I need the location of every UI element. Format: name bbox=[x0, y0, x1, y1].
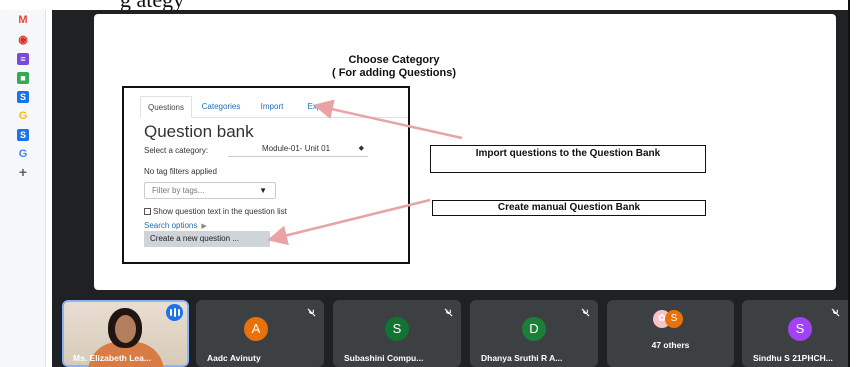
mic-off-icon bbox=[307, 308, 316, 317]
avatar: S bbox=[385, 317, 409, 341]
participant-name: Sindhu S 21PHCH... bbox=[753, 353, 833, 363]
participant-tile[interactable]: D Dhanya Sruthi R A... bbox=[470, 300, 598, 367]
gmail-icon[interactable]: M bbox=[17, 14, 29, 26]
show-question-text-label: Show question text in the question list bbox=[153, 207, 287, 216]
page-border-rule bbox=[848, 0, 850, 367]
s-app-icon-2[interactable]: S bbox=[17, 129, 29, 141]
others-avatar: S bbox=[665, 310, 683, 328]
meet-icon[interactable]: ■ bbox=[17, 72, 29, 84]
tag-filter-input[interactable]: Filter by tags... ▼ bbox=[144, 182, 276, 199]
s-app-icon[interactable]: S bbox=[17, 91, 29, 103]
google-icon-2[interactable]: G bbox=[17, 148, 29, 160]
google-icon[interactable]: G bbox=[17, 110, 29, 122]
chevron-down-icon: ▼ bbox=[259, 186, 267, 195]
tab-categories[interactable]: Categories bbox=[194, 96, 248, 118]
others-tile[interactable]: ✿ S 47 others bbox=[607, 300, 734, 367]
participant-name: Subashini Compu... bbox=[344, 353, 424, 363]
avatar: S bbox=[788, 317, 812, 341]
list-app-icon[interactable]: ≡ bbox=[17, 53, 29, 65]
category-select[interactable]: Module-01- Unit 01 ◆ bbox=[228, 141, 368, 157]
search-options-link[interactable]: Search options ▶ bbox=[144, 221, 207, 230]
no-tag-filters-text: No tag filters applied bbox=[144, 167, 217, 176]
tab-questions[interactable]: Questions bbox=[140, 96, 192, 118]
slide-title-line1: Choose Category bbox=[348, 54, 440, 66]
speaking-indicator-icon bbox=[166, 304, 183, 321]
add-icon[interactable]: + bbox=[17, 165, 29, 179]
import-callout: Import questions to the Question Bank bbox=[430, 145, 706, 173]
presenter-tile[interactable]: Ms. Elizabeth Lea... bbox=[62, 300, 189, 367]
question-bank-heading: Question bank bbox=[144, 122, 254, 141]
select-caret-icon: ◆ bbox=[358, 145, 364, 152]
tag-filter-placeholder: Filter by tags... bbox=[152, 186, 205, 195]
participant-tile[interactable]: S Subashini Compu... bbox=[333, 300, 461, 367]
search-options-label: Search options bbox=[144, 221, 198, 230]
show-question-text-checkbox[interactable] bbox=[144, 208, 151, 215]
slide-title: Choose Category ( For adding Questions) bbox=[244, 54, 544, 80]
tab-export[interactable]: Export bbox=[296, 96, 342, 118]
create-question-button[interactable]: Create a new question ... bbox=[144, 231, 270, 247]
category-value: Module-01- Unit 01 bbox=[262, 144, 331, 153]
presenter-face bbox=[115, 315, 136, 343]
participant-tile[interactable]: S Sindhu S 21PHCH... bbox=[742, 300, 848, 367]
record-icon[interactable]: ◉ bbox=[17, 34, 29, 46]
question-tabs: Questions Categories Import Export bbox=[140, 96, 408, 118]
moodle-screenshot: Questions Categories Import Export Quest… bbox=[122, 86, 410, 264]
caret-right-icon: ▶ bbox=[201, 223, 207, 230]
participant-name: Dhanya Sruthi R A... bbox=[481, 353, 563, 363]
participant-name: Aadc Avinuty bbox=[207, 353, 261, 363]
avatar: D bbox=[522, 317, 546, 341]
presenter-name: Ms. Elizabeth Lea... bbox=[73, 353, 151, 363]
show-question-text-option[interactable]: Show question text in the question list bbox=[144, 207, 287, 216]
browser-sidebar: M ◉ ≡ ■ S G S G + bbox=[0, 10, 46, 367]
avatar: A bbox=[244, 317, 268, 341]
slide-title-line2: ( For adding Questions) bbox=[331, 67, 457, 79]
tab-import[interactable]: Import bbox=[250, 96, 294, 118]
mic-off-icon bbox=[581, 308, 590, 317]
category-label: Select a category: bbox=[144, 146, 209, 155]
mic-off-icon bbox=[831, 308, 840, 317]
create-callout: Create manual Question Bank bbox=[432, 200, 706, 216]
others-count: 47 others bbox=[651, 340, 690, 350]
mic-off-icon bbox=[444, 308, 453, 317]
participant-tile[interactable]: A Aadc Avinuty bbox=[196, 300, 324, 367]
